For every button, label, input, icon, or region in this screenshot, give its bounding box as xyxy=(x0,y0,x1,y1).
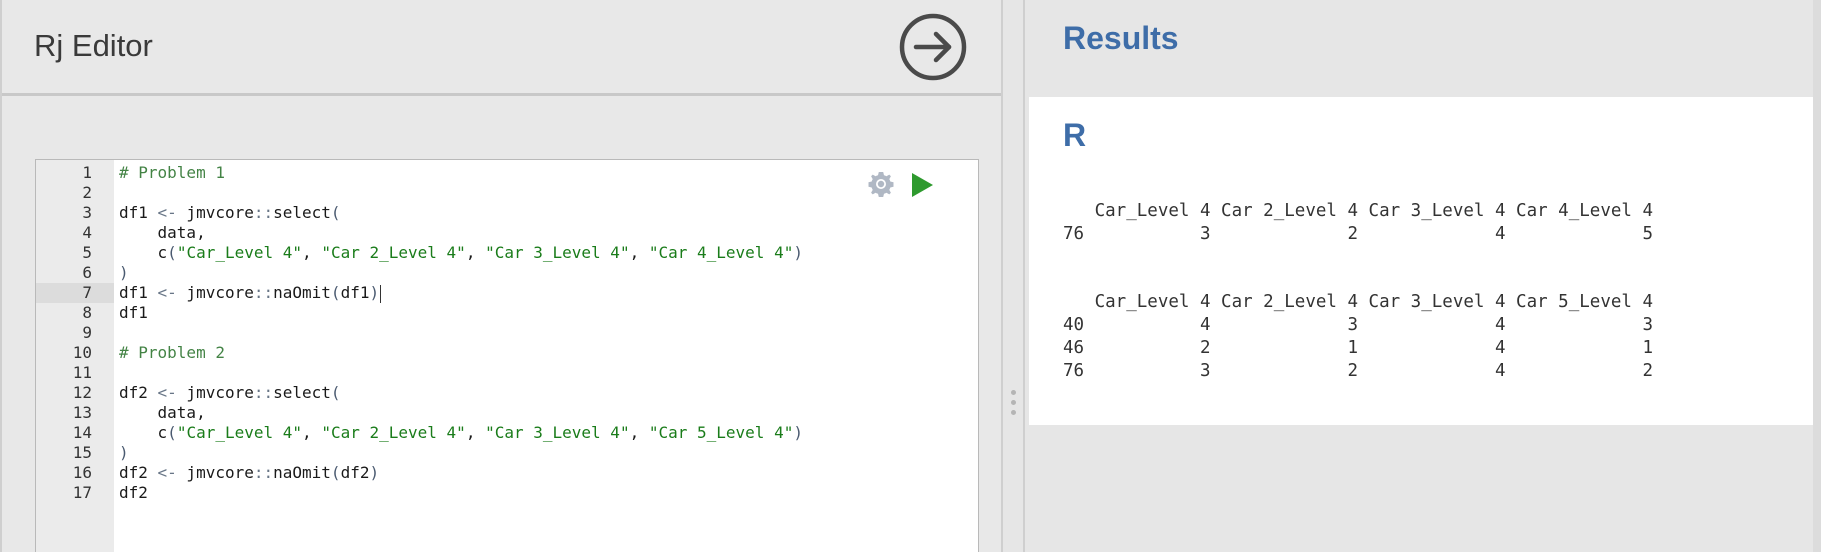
editor-toolbar xyxy=(865,168,945,200)
code-line[interactable]: df1 <- jmvcore::naOmit(df1) xyxy=(119,283,969,303)
code-editor[interactable]: 1 2 3 4 5 6 7 8 9 10 11 12 13 14 15 16 17 # Problem 1 df1… xyxy=(35,159,979,552)
code-line[interactable]: data, xyxy=(119,403,969,423)
code-line[interactable]: # Problem 2 xyxy=(119,343,969,363)
gear-icon[interactable] xyxy=(865,168,897,200)
line-number: 14 xyxy=(72,423,92,442)
line-number: 6 xyxy=(82,263,92,282)
splitter-grip-icon[interactable] xyxy=(1011,390,1017,420)
line-number: 10 xyxy=(72,343,92,362)
editor-header: Rj Editor xyxy=(2,0,1003,96)
line-number: 9 xyxy=(82,323,92,342)
code-line[interactable]: ) xyxy=(119,443,969,463)
r-section-heading: R xyxy=(1063,117,1087,153)
line-number: 5 xyxy=(82,243,92,262)
code-line[interactable]: df2 xyxy=(119,483,969,503)
results-title: Results xyxy=(1063,20,1179,56)
code-line[interactable]: # Problem 1 xyxy=(119,163,969,183)
results-scrollbar[interactable] xyxy=(1813,0,1821,552)
code-line[interactable]: df1 xyxy=(119,303,969,323)
code-line[interactable]: df2 <- jmvcore::select( xyxy=(119,383,969,403)
line-number: 11 xyxy=(72,363,92,382)
r-output-df2: Car_Level 4 Car 2_Level 4 Car 3_Level 4 … xyxy=(1063,292,1654,381)
code-line[interactable] xyxy=(119,183,969,203)
panel-splitter[interactable] xyxy=(1003,0,1025,552)
text-cursor xyxy=(380,284,382,303)
code-line[interactable]: ) xyxy=(119,263,969,283)
line-numbers: 1 2 3 4 5 6 7 8 9 10 11 12 13 14 15 16 17 xyxy=(36,163,114,503)
play-icon[interactable] xyxy=(909,172,935,198)
line-number: 8 xyxy=(82,303,92,322)
arrow-right-circle-icon[interactable] xyxy=(899,13,967,81)
results-panel: Results R Car_Level 4 Car 2_Level 4 Car … xyxy=(1025,0,1821,552)
line-number: 12 xyxy=(72,383,92,402)
app-window: Rj Editor 1 2 3 4 5 6 7 8 9 10 11 12 13 14 15 16 17 # Pr… xyxy=(0,0,1821,552)
code-line[interactable] xyxy=(119,363,969,383)
line-number: 1 xyxy=(82,163,92,182)
line-number: 3 xyxy=(82,203,92,222)
code-line[interactable]: df2 <- jmvcore::naOmit(df2) xyxy=(119,463,969,483)
code-line[interactable]: df1 <- jmvcore::select( xyxy=(119,203,969,223)
line-number: 2 xyxy=(82,183,92,202)
r-output-df1: Car_Level 4 Car 2_Level 4 Car 3_Level 4 … xyxy=(1063,201,1654,244)
editor-panel: Rj Editor 1 2 3 4 5 6 7 8 9 10 11 12 13 14 15 16 17 # Pr… xyxy=(0,0,1003,552)
results-card: R Car_Level 4 Car 2_Level 4 Car 3_Level … xyxy=(1029,97,1815,425)
code-line[interactable]: data, xyxy=(119,223,969,243)
line-number: 15 xyxy=(72,443,92,462)
line-number: 13 xyxy=(72,403,92,422)
line-number: 17 xyxy=(72,483,92,502)
line-number: 16 xyxy=(72,463,92,482)
line-number: 4 xyxy=(82,223,92,242)
code-area[interactable]: # Problem 1df1 <- jmvcore::select( data,… xyxy=(119,163,969,503)
code-line[interactable]: c("Car_Level 4", "Car 2_Level 4", "Car 3… xyxy=(119,423,969,443)
code-line[interactable]: c("Car_Level 4", "Car 2_Level 4", "Car 3… xyxy=(119,243,969,263)
line-number: 7 xyxy=(36,283,114,303)
code-line[interactable] xyxy=(119,323,969,343)
editor-title: Rj Editor xyxy=(34,28,153,63)
